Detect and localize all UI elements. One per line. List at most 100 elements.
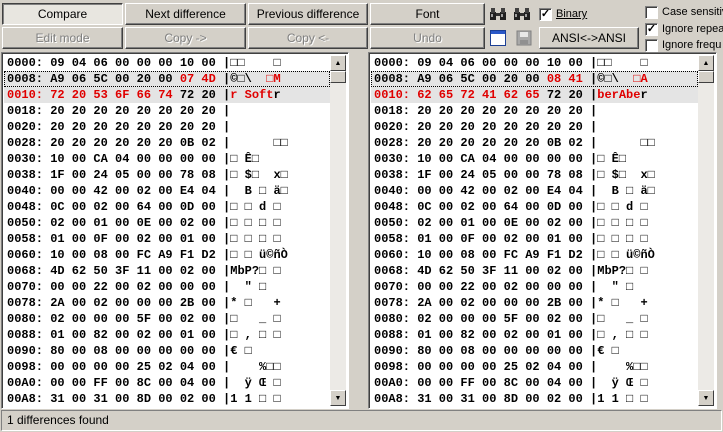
left-hex-row[interactable]: 0020: 20 20 20 20 20 20 20 20 | [4,119,330,135]
copy-left-label: Copy <- [286,31,330,45]
left-hex-row[interactable]: 0050: 02 00 01 00 0E 00 02 00 |□ □ □ □ [4,215,330,231]
hex-segment: 00A0: 00 00 FF 00 8C 00 04 00 | ÿ Œ □ [374,376,648,390]
next-difference-button[interactable]: Next difference [125,3,246,25]
right-scroll-down-button[interactable]: ▼ [698,390,714,406]
hex-segment: 00A8: 31 00 31 00 8D 00 02 00 |1 1 □ □ [7,392,281,406]
left-hex-row[interactable]: 0000: 09 04 06 00 00 00 10 00 |□□ □ [4,55,330,71]
right-hex-rows[interactable]: 0000: 09 04 06 00 00 00 10 00 |□□ □ 0008:… [371,55,698,406]
right-hex-row[interactable]: 00A8: 31 00 31 00 8D 00 02 00 |1 1 □ □ [371,391,698,406]
right-hex-row[interactable]: 0000: 09 04 06 00 00 00 10 00 |□□ □ [371,55,698,71]
find-next-binoculars-icon[interactable] [512,4,532,24]
find-binoculars-icon[interactable] [488,4,508,24]
right-hex-row[interactable]: 0070: 00 00 22 00 02 00 00 00 | " □ [371,279,698,295]
left-scroll-down-button[interactable]: ▼ [330,390,346,406]
copy-left-button[interactable]: Copy <- [248,27,368,49]
left-hex-row[interactable]: 0090: 80 00 08 00 00 00 00 00 |€ □ [4,343,330,359]
font-label: Font [415,7,440,21]
hex-segment: 0018: 20 20 20 20 20 20 20 20 | [7,104,231,118]
left-hex-row[interactable]: 0030: 10 00 CA 04 00 00 00 00 |□ Ê□ [4,151,330,167]
hex-segment: 0068: 4D 62 50 3F 11 00 02 00 |MbP?□ □ [374,264,648,278]
right-hex-row[interactable]: 0050: 02 00 01 00 0E 00 02 00 |□ □ □ □ [371,215,698,231]
hex-segment: 0088: 01 00 82 00 02 00 01 00 |□ , □ □ [374,328,648,342]
right-hex-row[interactable]: 0060: 10 00 08 00 FC A9 F1 D2 |□ □ ü©ñÒ [371,247,698,263]
left-hex-pane[interactable]: 0000: 09 04 06 00 00 00 10 00 |□□ □ 0008:… [1,52,349,409]
ignore-frequ-box [645,38,658,52]
hex-segment: 0098: 00 00 00 00 25 02 04 00 | %□□ [374,360,648,374]
copy-right-button[interactable]: Copy -> [125,27,246,49]
right-hex-row[interactable]: 0038: 1F 00 24 05 00 00 78 08 |□ $□ x□ [371,167,698,183]
left-hex-row[interactable]: 0088: 01 00 82 00 02 00 01 00 |□ , □ □ [4,327,330,343]
previous-difference-button[interactable]: Previous difference [248,3,368,25]
hex-segment: 0090: 80 00 08 00 00 00 00 00 |€ □ [7,344,252,358]
left-scroll-up-button[interactable]: ▲ [330,55,346,71]
left-scroll-thumb[interactable] [330,71,346,83]
right-scroll-thumb[interactable] [698,71,714,83]
binary-checkbox[interactable]: ✓ Binary [539,7,587,21]
edit-mode-label: Edit mode [35,31,90,45]
undo-button[interactable]: Undo [370,27,485,49]
hex-segment: 0008: A9 06 5C 00 20 00 [374,72,547,86]
hex-segment: 0060: 10 00 08 00 FC A9 F1 D2 |□ □ ü©ñÒ [374,248,655,262]
left-scrollbar[interactable]: ▲ ▼ [330,55,346,406]
right-hex-row[interactable]: 0028: 20 20 20 20 20 20 0B 02 | □□ [371,135,698,151]
case-sensitive-box [645,5,658,19]
copy-right-label: Copy -> [164,31,207,45]
right-hex-row[interactable]: 0078: 2A 00 02 00 00 00 2B 00 |* □ + [371,295,698,311]
right-hex-row[interactable]: 0090: 80 00 08 00 00 00 00 00 |€ □ [371,343,698,359]
left-hex-row[interactable]: 0080: 02 00 00 00 5F 00 02 00 |□ _ □ [4,311,330,327]
edit-mode-button[interactable]: Edit mode [2,27,123,49]
left-hex-row[interactable]: 0010: 72 20 53 6F 66 74 72 20 |r Softr [4,87,330,103]
right-hex-row[interactable]: 0088: 01 00 82 00 02 00 01 00 |□ , □ □ [371,327,698,343]
ignore-frequ-label: Ignore frequ [662,39,722,51]
right-hex-row[interactable]: 0058: 01 00 0F 00 02 00 01 00 |□ □ □ □ [371,231,698,247]
left-hex-row[interactable]: 00A0: 00 00 FF 00 8C 00 04 00 | ÿ Œ □ [4,375,330,391]
right-hex-row[interactable]: 0008: A9 06 5C 00 20 00 08 41 |©□\ □A [371,71,698,87]
save-disk-icon[interactable] [514,28,534,48]
hex-segment: 0080: 02 00 00 00 5F 00 02 00 |□ _ □ [374,312,648,326]
right-hex-row[interactable]: 0040: 00 00 42 00 02 00 E4 04 | B □ ä□ [371,183,698,199]
case-sensitive-label: Case sensitive [662,6,723,18]
right-hex-row[interactable]: 0010: 62 65 72 41 62 65 72 20 |berAber [371,87,698,103]
left-hex-row[interactable]: 0070: 00 00 22 00 02 00 00 00 | " □ [4,279,330,295]
hex-segment: 0070: 00 00 22 00 02 00 00 00 | " □ [7,280,267,294]
left-hex-row[interactable]: 0078: 2A 00 02 00 00 00 2B 00 |* □ + [4,295,330,311]
ansi-ansi-button[interactable]: ANSI<->ANSI [539,27,639,49]
ignore-repeat-label: Ignore repeat [662,23,723,35]
right-hex-row[interactable]: 00A0: 00 00 FF 00 8C 00 04 00 | ÿ Œ □ [371,375,698,391]
left-hex-row[interactable]: 0038: 1F 00 24 05 00 00 78 08 |□ $□ x□ [4,167,330,183]
right-hex-pane[interactable]: 0000: 09 04 06 00 00 00 10 00 |□□ □ 0008:… [368,52,717,409]
left-hex-row[interactable]: 0098: 00 00 00 00 25 02 04 00 | %□□ [4,359,330,375]
left-hex-row[interactable]: 0068: 4D 62 50 3F 11 00 02 00 |MbP?□ □ [4,263,330,279]
right-hex-row[interactable]: 0080: 02 00 00 00 5F 00 02 00 |□ _ □ [371,311,698,327]
right-hex-row[interactable]: 0068: 4D 62 50 3F 11 00 02 00 |MbP?□ □ [371,263,698,279]
ignore-repeat-checkbox[interactable]: ✓ Ignore repeat [645,22,723,36]
right-hex-row[interactable]: 0048: 0C 00 02 00 64 00 0D 00 |□ □ d □ [371,199,698,215]
left-hex-row[interactable]: 0028: 20 20 20 20 20 20 0B 02 | □□ [4,135,330,151]
hex-segment: 0098: 00 00 00 00 25 02 04 00 | %□□ [7,360,281,374]
diff-segment: □A [633,72,648,86]
right-hex-row[interactable]: 0020: 20 20 20 20 20 20 20 20 | [371,119,698,135]
left-hex-row[interactable]: 00A8: 31 00 31 00 8D 00 02 00 |1 1 □ □ [4,391,330,406]
left-hex-row[interactable]: 0018: 20 20 20 20 20 20 20 20 | [4,103,330,119]
right-hex-row[interactable]: 0018: 20 20 20 20 20 20 20 20 | [371,103,698,119]
compare-button[interactable]: Compare [2,3,123,25]
window-icon[interactable] [488,28,508,48]
hex-segment: 0000: 09 04 06 00 00 00 10 00 |□□ □ [7,56,281,70]
left-hex-row[interactable]: 0040: 00 00 42 00 02 00 E4 04 | B □ ä□ [4,183,330,199]
hex-segment: 0070: 00 00 22 00 02 00 00 00 | " □ [374,280,634,294]
left-hex-row[interactable]: 0058: 01 00 0F 00 02 00 01 00 |□ □ □ □ [4,231,330,247]
ansi-ansi-label: ANSI<->ANSI [551,31,627,45]
hex-segment: 0020: 20 20 20 20 20 20 20 20 | [374,120,598,134]
case-sensitive-checkbox[interactable]: Case sensitive [645,5,723,19]
hex-segment: 0050: 02 00 01 00 0E 00 02 00 |□ □ □ □ [7,216,281,230]
right-scrollbar[interactable]: ▲ ▼ [698,55,714,406]
right-scroll-up-button[interactable]: ▲ [698,55,714,71]
left-hex-row[interactable]: 0060: 10 00 08 00 FC A9 F1 D2 |□ □ ü©ñÒ [4,247,330,263]
font-button[interactable]: Font [370,3,485,25]
ignore-frequ-checkbox[interactable]: Ignore frequ [645,38,721,52]
right-hex-row[interactable]: 0098: 00 00 00 00 25 02 04 00 | %□□ [371,359,698,375]
right-hex-row[interactable]: 0030: 10 00 CA 04 00 00 00 00 |□ Ê□ [371,151,698,167]
left-hex-row[interactable]: 0008: A9 06 5C 00 20 00 07 4D |©□\ □M [4,71,330,87]
left-hex-rows[interactable]: 0000: 09 04 06 00 00 00 10 00 |□□ □ 0008:… [4,55,330,406]
left-hex-row[interactable]: 0048: 0C 00 02 00 64 00 0D 00 |□ □ d □ [4,199,330,215]
